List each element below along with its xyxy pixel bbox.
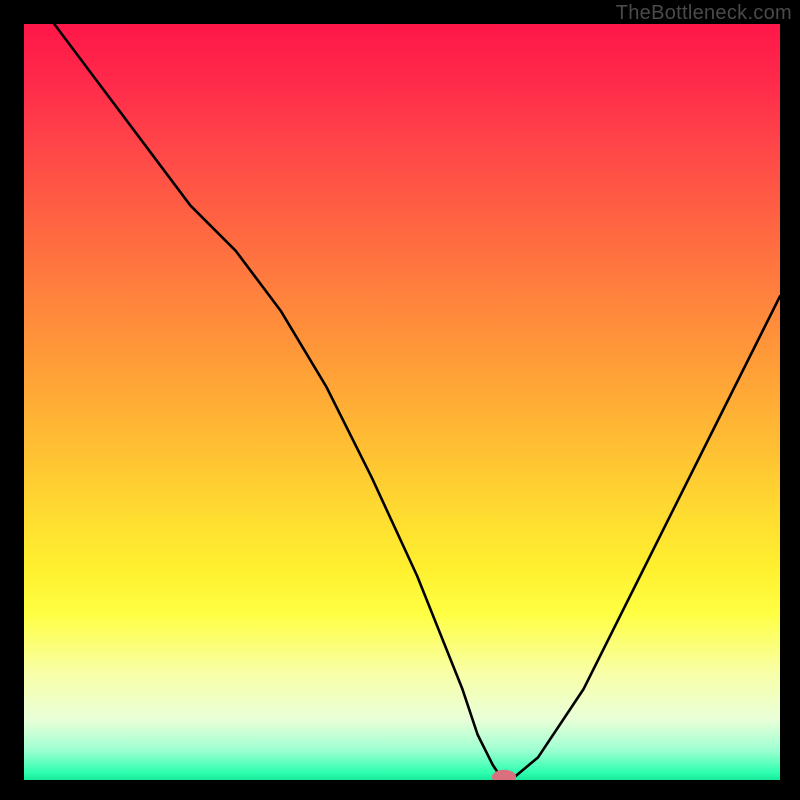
- plot-area: [24, 24, 780, 780]
- heat-gradient-background: [24, 24, 780, 780]
- chart-frame: TheBottleneck.com: [0, 0, 800, 800]
- watermark-text: TheBottleneck.com: [616, 2, 792, 25]
